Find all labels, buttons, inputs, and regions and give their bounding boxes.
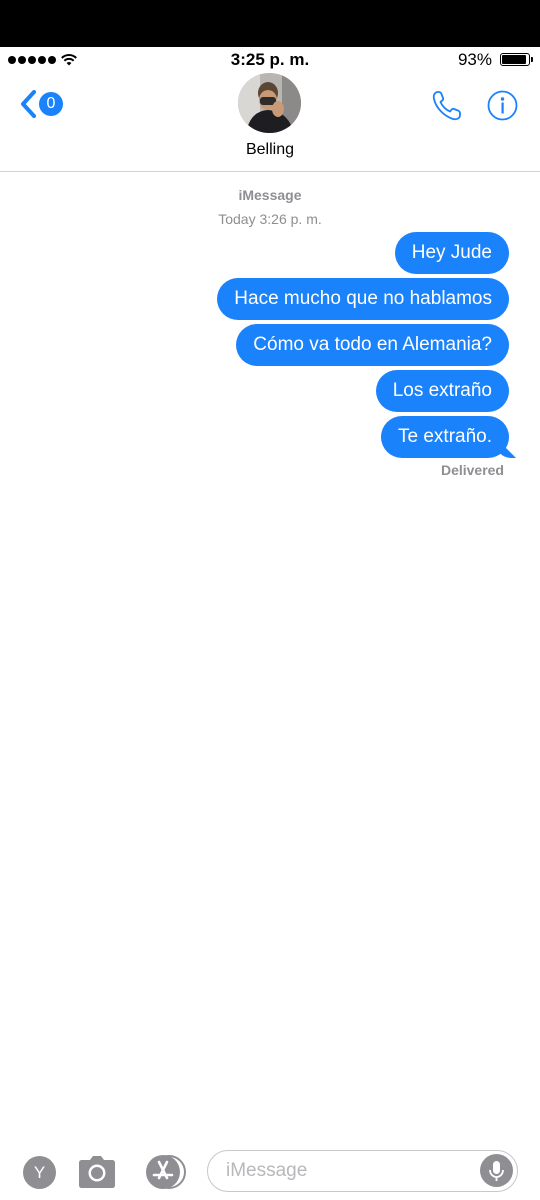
- top-black-band: [0, 0, 540, 47]
- contact-name[interactable]: Belling: [0, 141, 540, 159]
- battery-percent: 93%: [457, 50, 492, 69]
- service-label: iMessage: [238, 187, 302, 203]
- message-list: Hey Jude Hace mucho que no hablamos Cómo…: [217, 232, 509, 458]
- camera-icon[interactable]: [78, 1154, 116, 1190]
- outgoing-message[interactable]: Cómo va todo en Alemania?: [236, 324, 509, 366]
- delivery-status: Delivered: [440, 462, 504, 478]
- battery-icon: [500, 53, 533, 66]
- conversation-header: 0 Belling: [0, 73, 540, 172]
- back-chevron-icon: [21, 90, 36, 118]
- outgoing-message[interactable]: Los extraño: [375, 370, 509, 412]
- message-field[interactable]: [207, 1150, 518, 1192]
- outgoing-message[interactable]: Hace mucho que no hablamos: [217, 278, 509, 320]
- unread-count-badge: 0: [39, 92, 63, 116]
- microphone-icon: [489, 1161, 504, 1181]
- status-bar: 3:25 p. m. 93%: [0, 47, 540, 73]
- message-input-bar: Y: [0, 1140, 540, 1200]
- outgoing-message[interactable]: Te extraño.: [381, 416, 509, 458]
- timestamp-day: Today: [218, 211, 256, 227]
- y-app-button[interactable]: Y: [23, 1156, 56, 1189]
- avatar-photo: [238, 73, 301, 133]
- info-icon[interactable]: [487, 90, 518, 121]
- message-input[interactable]: [226, 1151, 476, 1190]
- message-timestamp: Today 3:26 p. m.: [0, 211, 540, 227]
- outgoing-message[interactable]: Hey Jude: [394, 232, 509, 274]
- timestamp-time: 3:26 p. m.: [259, 211, 322, 227]
- microphone-button[interactable]: [480, 1154, 513, 1187]
- app-store-icon[interactable]: [141, 1154, 187, 1190]
- contact-avatar[interactable]: [238, 73, 301, 133]
- back-button[interactable]: 0: [16, 87, 66, 121]
- phone-icon[interactable]: [430, 89, 464, 123]
